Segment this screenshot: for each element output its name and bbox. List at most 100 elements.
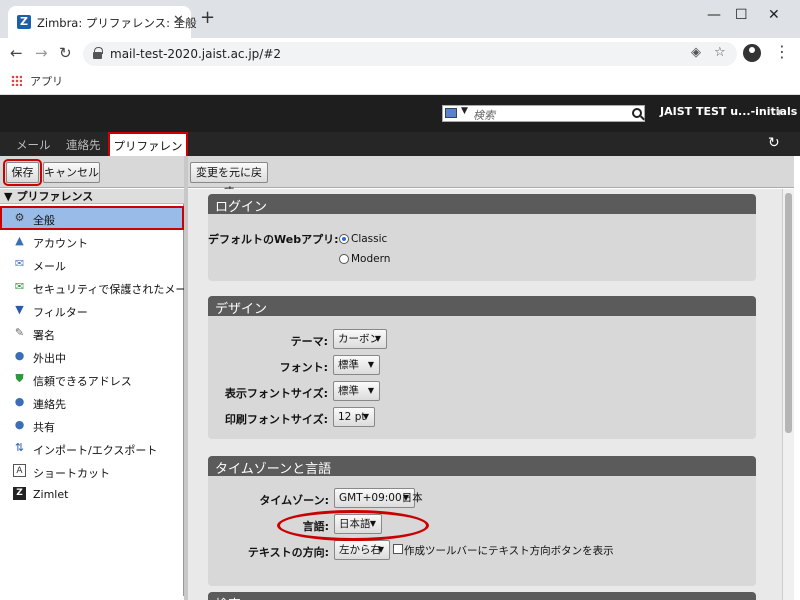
revert-button[interactable]: 変更を元に戻す [190,162,268,198]
filter-icon: ▼ [15,303,24,316]
gear-icon: ⚙ [14,211,25,224]
tree-item-filter[interactable]: ▼ フィルター [0,300,184,320]
radio-classic-label[interactable]: Classic [351,233,387,245]
zimbra-favicon-icon: Z [17,15,31,29]
section-title: 検索 [208,592,756,600]
signature-icon: ✎ [14,326,25,339]
tree-item-label: フィルター [33,306,88,319]
section-title: ログイン [208,194,756,215]
left-toolbar: 保存 キャンセル [0,156,188,188]
bookmarks-bar: アプリ [0,68,800,95]
language-highlight-annotation [277,510,429,541]
show-direction-button-label[interactable]: 作成ツールバーにテキスト方向ボタンを表示 [404,543,614,558]
timezone-select[interactable]: GMT+09:00日本 ▼ [334,488,423,508]
print-font-size-label: 印刷フォントサイズ: [224,413,328,426]
tree-item-label: 外出中 [33,352,66,365]
radio-classic[interactable] [339,234,349,244]
theme-label: テーマ: [290,335,328,348]
extension-icon[interactable]: ◈ [691,45,701,60]
radio-modern-label[interactable]: Modern [351,253,390,265]
tree-item-mail[interactable]: ✉ メール [0,254,184,274]
tab-close-icon[interactable]: ✕ [173,13,184,28]
preferences-tree-header[interactable]: ▼ プリファレンス [0,189,184,204]
section-title: タイムゾーンと言語 [208,456,756,477]
bookmark-star-icon[interactable]: ☆ [714,45,726,60]
chevron-down-icon: ▼ [402,493,409,502]
tree-item-zimlet[interactable]: Z Zimlet [0,484,184,504]
text-direction-label: テキストの方向: [247,546,329,559]
chevron-down-icon: ▼ [374,334,381,343]
new-tab-icon[interactable]: + [200,9,215,27]
tree-item-label: インポート/エクスポート [33,444,158,457]
back-icon[interactable]: ← [10,44,23,62]
tree-heading: プリファレンス [16,190,94,203]
search-icon[interactable] [632,108,642,118]
shield-icon: ⛊ [15,372,24,385]
app-tabs: メール 連絡先 プリファレンス ↻ [0,132,800,169]
shortcut-icon: A [13,464,26,477]
contact-icon: ● [14,395,25,408]
tree-item-sharing[interactable]: ● 共有 [0,415,184,435]
display-font-size-label: 表示フォントサイズ: [224,387,328,400]
timezone-label: タイムゾーン: [259,494,329,507]
tab-preferences[interactable]: プリファレンス [108,132,188,169]
display-font-size-select[interactable]: 標準 ▼ [333,381,380,401]
refresh-icon[interactable]: ↻ [768,135,780,151]
maximize-icon[interactable]: ☐ [735,7,748,23]
search-type-mail-icon[interactable] [445,108,457,118]
address-bar[interactable]: mail-test-2020.jaist.ac.jp/#2 ◈ ☆ [83,42,737,66]
secure-mail-icon: ✉ [14,280,25,293]
tree-item-shortcuts[interactable]: A ショートカット [0,461,184,481]
tree-item-label: 信頼できるアドレス [33,375,132,388]
content-scrollbar[interactable] [782,189,794,600]
tree-item-secure-mail[interactable]: ✉ セキュリティで保護されたメール [0,277,197,297]
theme-select[interactable]: カーボン ▼ [333,329,387,349]
tree-item-label: 連絡先 [33,398,66,411]
save-button[interactable]: 保存 [3,159,42,186]
browser-menu-icon[interactable]: ⋮ [774,42,790,61]
out-of-office-icon: ● [14,349,25,362]
preferences-content: ログイン デフォルトのWebアプリ: Classic Modern デザイン テ… [188,189,794,600]
tab-contacts[interactable]: 連絡先 [66,137,101,153]
apps-grid-icon[interactable] [11,75,22,86]
window-close-icon[interactable]: ✕ [768,7,780,23]
tree-item-label: セキュリティで保護されたメール [33,283,198,296]
tree-item-label: メール [33,260,66,273]
scrollbar-thumb[interactable] [785,193,792,433]
browser-tab[interactable]: Z Zimbra: プリファレンス: 全般 ✕ [8,6,197,38]
tree-item-account[interactable]: ▲ アカウント [0,231,184,251]
radio-modern[interactable] [339,254,349,264]
tree-item-signature[interactable]: ✎ 署名 [0,323,184,343]
chevron-down-icon: ▼ [362,412,369,421]
chevron-down-icon: ▼ [367,386,374,395]
chevron-down-icon: ▼ [367,360,374,369]
search-type-caret-icon[interactable]: ▼ [461,106,468,116]
user-menu-caret-icon[interactable]: ▼ [776,108,782,117]
search-input[interactable]: 検索 [473,107,495,123]
bookmark-apps[interactable]: アプリ [30,73,63,89]
login-section: ログイン デフォルトのWebアプリ: Classic Modern [208,194,756,281]
show-direction-button-checkbox[interactable] [393,544,403,554]
url-text: mail-test-2020.jaist.ac.jp/#2 [110,47,282,61]
tab-mail[interactable]: メール [16,137,51,153]
import-export-icon: ⇅ [14,441,25,454]
minimize-icon[interactable]: — [707,7,721,23]
reload-icon[interactable]: ↻ [59,44,72,62]
forward-icon[interactable]: → [35,44,48,62]
search-box[interactable]: ▼ 検索 [442,105,645,122]
font-label: フォント: [279,361,328,374]
tree-item-label: ショートカット [33,467,110,480]
font-select[interactable]: 標準 ▼ [333,355,380,375]
right-toolbar: 変更を元に戻す [188,156,794,198]
text-direction-select[interactable]: 左から右 ▼ [334,540,390,560]
tree-expand-icon[interactable]: ▼ [4,190,12,203]
profile-avatar-icon[interactable] [743,44,761,62]
print-font-size-select[interactable]: 12 pt ▼ [333,407,375,427]
cancel-button[interactable]: キャンセル [43,162,100,183]
tree-item-general[interactable]: ⚙ 全般 [0,206,184,230]
tree-item-out-of-office[interactable]: ● 外出中 [0,346,184,366]
tree-item-contacts[interactable]: ● 連絡先 [0,392,184,412]
tree-item-trusted-addresses[interactable]: ⛊ 信頼できるアドレス [0,369,184,389]
browser-toolbar: ← → ↻ mail-test-2020.jaist.ac.jp/#2 ◈ ☆ … [0,38,800,68]
tree-item-import-export[interactable]: ⇅ インポート/エクスポート [0,438,184,458]
